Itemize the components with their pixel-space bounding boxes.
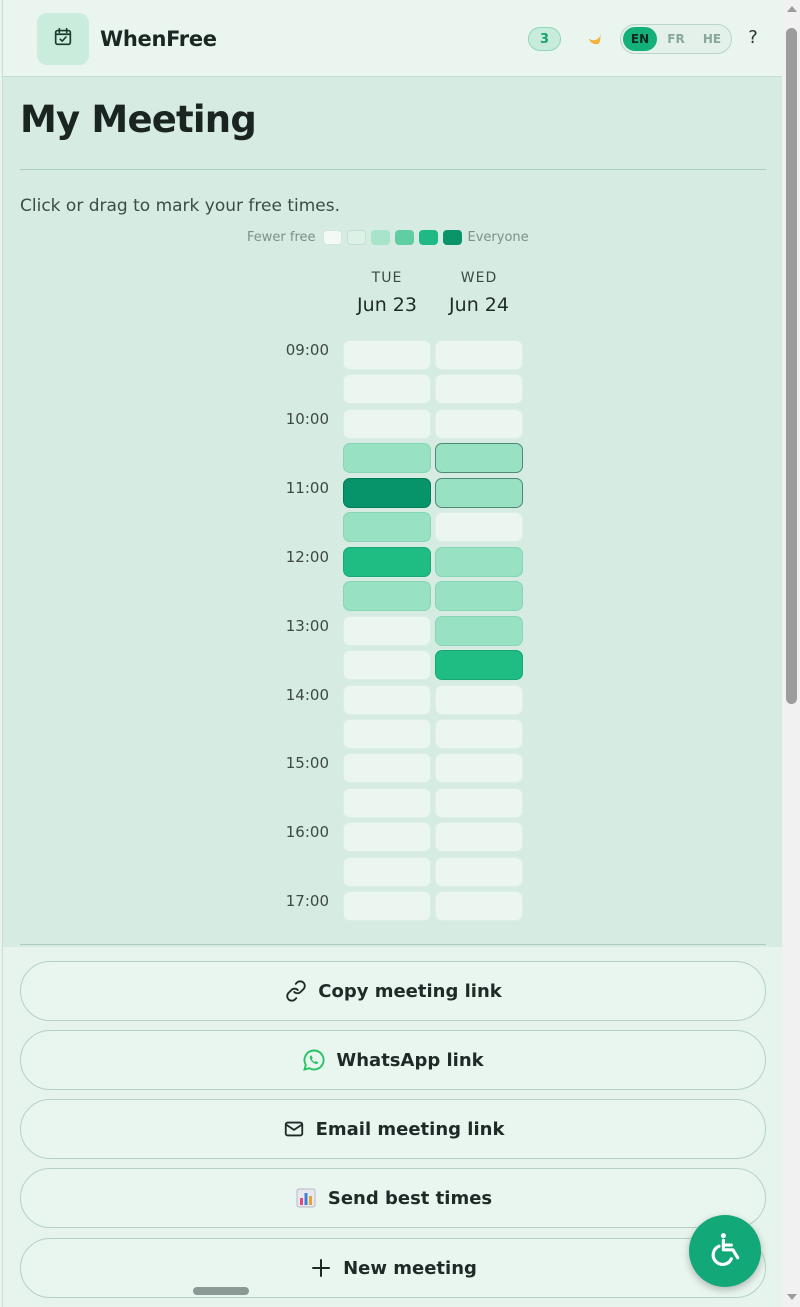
- legend-swatch: [394, 229, 414, 245]
- language-switcher: EN FR HE: [620, 24, 732, 54]
- day-date: Jun 23: [357, 294, 417, 316]
- app-name: WhenFree: [100, 27, 217, 51]
- time-slot-tue[interactable]: [343, 650, 431, 680]
- availability-legend: Fewer free Everyone: [247, 228, 529, 246]
- legend-swatch: [442, 229, 462, 245]
- time-slot-tue[interactable]: [343, 374, 431, 404]
- time-slot-tue[interactable]: [343, 443, 431, 473]
- email-link-button[interactable]: Email meeting link: [20, 1099, 766, 1159]
- time-slot-wed[interactable]: [435, 753, 523, 783]
- moon-icon: [583, 26, 605, 52]
- drag-handle[interactable]: [193, 1287, 249, 1295]
- action-label: New meeting: [343, 1257, 477, 1279]
- time-slot-tue[interactable]: [343, 581, 431, 611]
- link-icon: [284, 979, 308, 1003]
- time-slot-tue[interactable]: [343, 616, 431, 646]
- time-slot-wed[interactable]: [435, 616, 523, 646]
- time-slot-wed[interactable]: [435, 857, 523, 887]
- time-slot-tue[interactable]: [343, 719, 431, 749]
- action-label: WhatsApp link: [336, 1049, 484, 1071]
- time-slot-tue[interactable]: [343, 547, 431, 577]
- copy-link-button[interactable]: Copy meeting link: [20, 961, 766, 1021]
- time-slot-wed[interactable]: [435, 478, 523, 508]
- day-header-wed: WED Jun 24: [435, 270, 523, 316]
- time-slot-tue[interactable]: [343, 788, 431, 818]
- legend-swatch: [370, 229, 390, 245]
- time-slot-wed[interactable]: [435, 443, 523, 473]
- time-slot-wed[interactable]: [435, 788, 523, 818]
- time-slot-tue[interactable]: [343, 512, 431, 542]
- time-slot-wed[interactable]: [435, 581, 523, 611]
- scroll-up-arrow[interactable]: [787, 6, 797, 12]
- time-slot-tue[interactable]: [343, 891, 431, 921]
- time-slot-wed[interactable]: [435, 650, 523, 680]
- theme-toggle-button[interactable]: [581, 26, 607, 52]
- logo[interactable]: [37, 13, 89, 65]
- time-label: 09:00: [285, 341, 329, 359]
- new-meeting-button[interactable]: New meeting: [20, 1238, 766, 1298]
- legend-fewer-label: Fewer free: [247, 229, 316, 245]
- time-label: 15:00: [285, 754, 329, 772]
- day-of-week: WED: [460, 270, 498, 286]
- language-fr-button[interactable]: FR: [659, 27, 693, 51]
- time-slot-wed[interactable]: [435, 340, 523, 370]
- time-label: 16:00: [285, 823, 329, 841]
- instructions-text: Click or drag to mark your free times.: [20, 196, 341, 216]
- mail-icon: [282, 1117, 306, 1141]
- divider: [20, 944, 766, 945]
- time-label: 12:00: [285, 548, 329, 566]
- time-slot-tue[interactable]: [343, 340, 431, 370]
- whatsapp-link-button[interactable]: WhatsApp link: [20, 1030, 766, 1090]
- time-slot-wed[interactable]: [435, 822, 523, 852]
- language-en-button[interactable]: EN: [623, 27, 657, 51]
- time-slot-tue[interactable]: [343, 822, 431, 852]
- day-date: Jun 24: [449, 294, 509, 316]
- legend-swatch: [346, 229, 366, 245]
- whatsapp-icon: [302, 1048, 326, 1072]
- time-slot-tue[interactable]: [343, 478, 431, 508]
- header: WhenFree 3 EN FR HE ?: [3, 0, 782, 77]
- time-slot-wed[interactable]: [435, 891, 523, 921]
- language-he-button[interactable]: HE: [695, 27, 729, 51]
- time-label: 11:00: [285, 479, 329, 497]
- legend-swatch: [418, 229, 438, 245]
- action-label: Email meeting link: [315, 1118, 505, 1140]
- action-label: Send best times: [327, 1187, 493, 1209]
- scrollbar-thumb[interactable]: [786, 28, 797, 704]
- time-label: 17:00: [285, 892, 329, 910]
- time-slot-wed[interactable]: [435, 512, 523, 542]
- wheelchair-icon: [706, 1230, 744, 1272]
- time-slot-wed[interactable]: [435, 374, 523, 404]
- app-window: WhenFree 3 EN FR HE ? My Meeting Click o…: [2, 0, 782, 1307]
- time-label: 14:00: [285, 686, 329, 704]
- time-slot-wed[interactable]: [435, 685, 523, 715]
- legend-swatch: [322, 229, 342, 245]
- time-label: 10:00: [285, 410, 329, 428]
- day-header-tue: TUE Jun 23: [343, 270, 431, 316]
- accessibility-button[interactable]: [689, 1215, 761, 1287]
- time-slot-tue[interactable]: [343, 857, 431, 887]
- page-title: My Meeting: [20, 98, 257, 141]
- legend-everyone-label: Everyone: [467, 229, 529, 245]
- time-slot-wed[interactable]: [435, 409, 523, 439]
- time-label: 13:00: [285, 617, 329, 635]
- time-slot-tue[interactable]: [343, 409, 431, 439]
- divider: [20, 169, 766, 170]
- day-of-week: TUE: [371, 270, 403, 286]
- plus-icon: [309, 1256, 333, 1280]
- time-slot-tue[interactable]: [343, 685, 431, 715]
- calendar-check-icon: [52, 26, 74, 52]
- scroll-down-arrow[interactable]: [787, 1294, 797, 1300]
- participant-count-badge: 3: [528, 27, 561, 51]
- bar-chart-icon: [294, 1186, 318, 1210]
- help-button[interactable]: ?: [744, 27, 762, 51]
- time-slot-tue[interactable]: [343, 753, 431, 783]
- time-slot-wed[interactable]: [435, 547, 523, 577]
- time-slot-wed[interactable]: [435, 719, 523, 749]
- action-label: Copy meeting link: [318, 980, 502, 1002]
- send-best-times-button[interactable]: Send best times: [20, 1168, 766, 1228]
